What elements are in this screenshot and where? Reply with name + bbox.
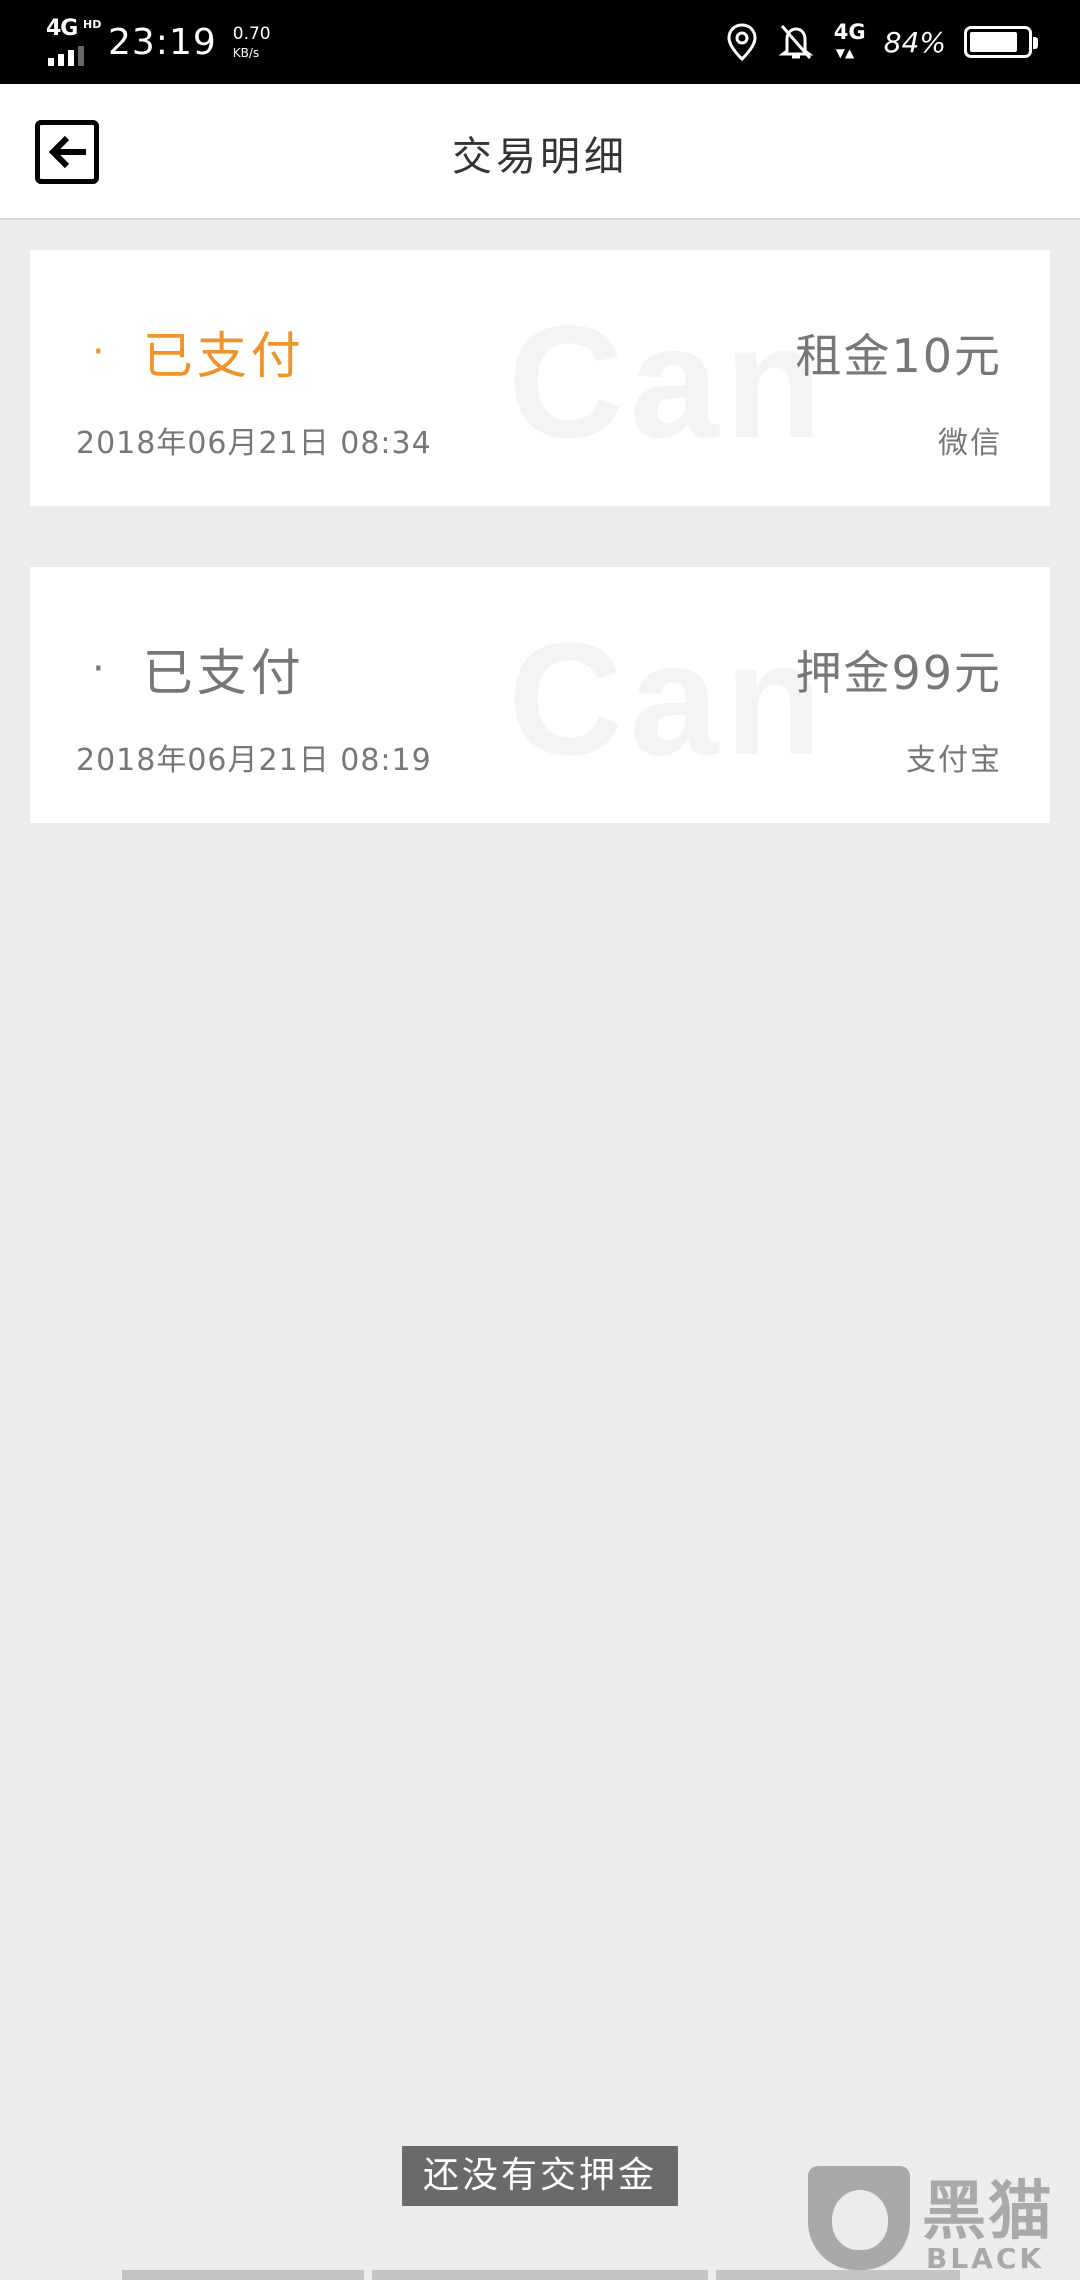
transaction-date: 2018年06月21日 08:34 [76, 426, 432, 461]
status-bar-left: 4G HD 23:19 0.70 KB/s [46, 16, 271, 68]
network-speed: 0.70 KB/s [232, 23, 271, 60]
toast-message: 还没有交押金 [402, 2146, 678, 2206]
status-dot-icon: · [92, 646, 109, 692]
status-label: 已支付 [142, 327, 305, 385]
status-bar: 4G HD 23:19 0.70 KB/s 4G ▼▲ 84% [0, 0, 1080, 84]
payment-method: 支付宝 [906, 743, 1002, 778]
transaction-amount: 租金10元 [795, 329, 1002, 383]
logo-chinese-text: 黑猫 [922, 2175, 1054, 2249]
signal-icon: 4G HD [46, 16, 101, 68]
status-label: 已支付 [142, 644, 305, 702]
battery-fill [970, 32, 1018, 52]
status-bar-right: 4G ▼▲ 84% [724, 18, 1038, 66]
battery-icon [964, 26, 1038, 58]
location-icon [724, 22, 760, 62]
bottom-bar [0, 2270, 1080, 2280]
battery-cap [1033, 37, 1038, 49]
network-badge: HD [83, 18, 102, 31]
status-dot-icon: · [92, 329, 109, 375]
payment-method: 微信 [938, 426, 1002, 461]
data-network-indicator: 4G ▼▲ [832, 20, 866, 64]
transaction-status: · 已支付 [92, 316, 305, 388]
bell-off-icon [778, 22, 814, 62]
transaction-amount: 押金99元 [795, 646, 1002, 700]
transaction-status: · 已支付 [92, 633, 305, 705]
speed-unit: KB/s [232, 45, 260, 60]
transaction-card[interactable]: Can Go · 已支付 2018年06月21日 08:34 租金10元 微信 [30, 250, 1050, 506]
signal-bars [48, 46, 84, 66]
network-type: 4G [46, 16, 78, 41]
data-arrows-icon: ▼▲ [835, 46, 855, 60]
transaction-card[interactable]: Can Go · 已支付 2018年06月21日 08:19 押金99元 支付宝 [30, 567, 1050, 823]
app-header: 交易明细 [0, 84, 1080, 220]
clock: 23:19 [108, 21, 217, 63]
black-cat-logo: 黑猫 BLACK CAT [808, 2158, 1080, 2280]
transaction-date: 2018年06月21日 08:19 [76, 743, 432, 778]
cat-shield-icon [808, 2166, 910, 2270]
data-network-label: 4G [833, 20, 866, 44]
speed-value: 0.70 [232, 23, 271, 44]
battery-percent: 84% [883, 25, 946, 59]
page-title: 交易明细 [452, 134, 628, 180]
